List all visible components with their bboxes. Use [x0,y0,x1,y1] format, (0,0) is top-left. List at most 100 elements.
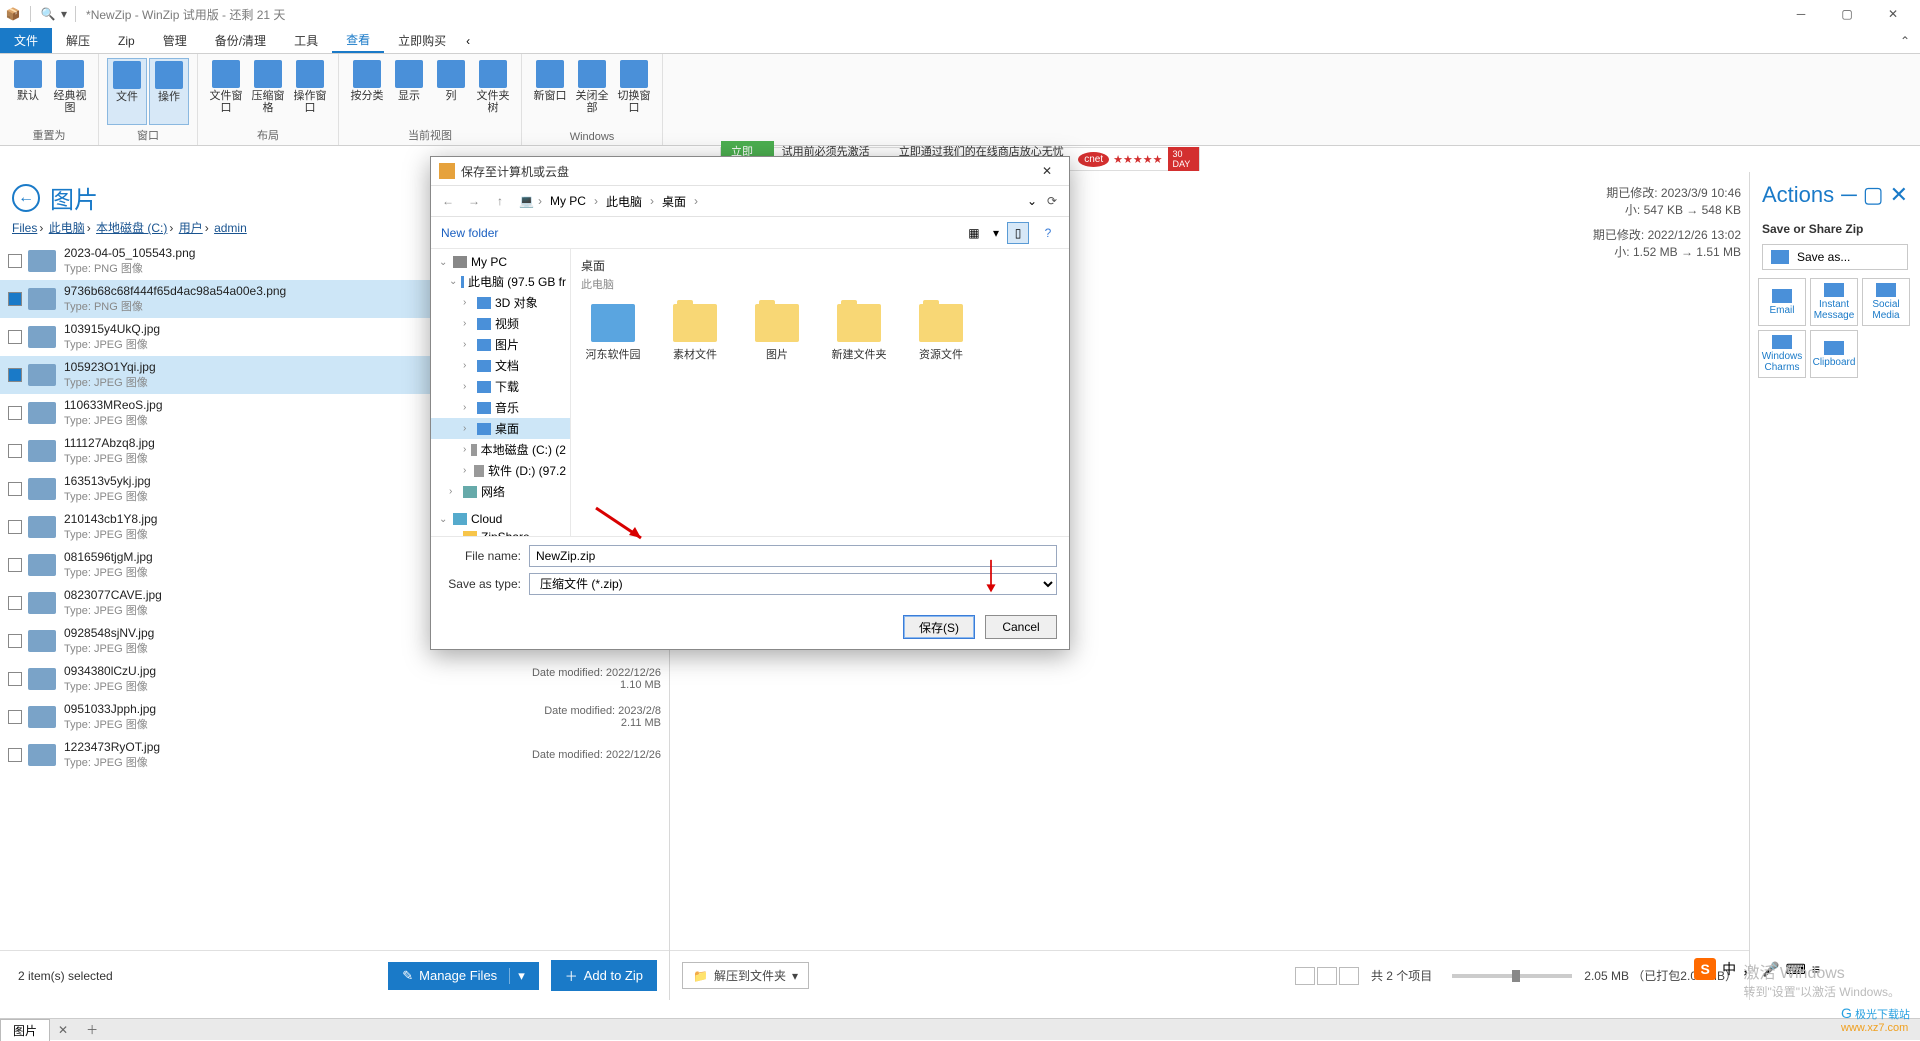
zoom-slider[interactable] [1452,974,1572,978]
file-row[interactable]: 1223473RyOT.jpg Type: JPEG 图像 Date modif… [0,736,669,774]
ribbon-group-by[interactable]: 按分类 [347,58,387,125]
action-email[interactable]: Email [1758,278,1806,326]
folder-item[interactable]: 新建文件夹 [827,304,891,362]
ribbon-switchwin[interactable]: 切换窗口 [614,58,654,129]
ribbon-columns[interactable]: 列 [431,58,471,125]
address-bar[interactable]: 💻 ›My PC ›此电脑 ›桌面 › [515,189,1023,214]
center-row-date: 期已修改: 2022/12/26 13:02 [1593,228,1741,242]
folder-item[interactable]: 资源文件 [909,304,973,362]
tab-file[interactable]: 文件 [0,28,52,53]
savetype-select[interactable]: 压缩文件 (*.zip) [529,573,1057,595]
doc-tab-close-icon[interactable]: ✕ [50,1021,76,1039]
folder-icon [673,304,717,342]
folder-item[interactable]: 河东软件园 [581,304,645,362]
ime-lang[interactable]: 中 [1722,959,1736,979]
file-checkbox[interactable] [8,672,22,686]
minimize-button[interactable]: ─ [1778,0,1824,28]
action-clipboard[interactable]: Clipboard [1810,330,1858,378]
ribbon-collapse-icon[interactable]: ⌃ [1890,28,1920,53]
center-row-date: 期已修改: 2023/3/9 10:46 [1606,186,1741,200]
add-to-zip-button[interactable]: ＋Add to Zip [551,960,657,991]
file-name: 0934380lCzU.jpg [64,664,521,678]
tree-desktop-selected[interactable]: ›桌面 [431,418,570,439]
view-details-icon[interactable] [1339,967,1359,985]
doc-tab-add-icon[interactable]: ＋ [76,1019,108,1040]
manage-files-button[interactable]: ✎Manage Files▾ [388,962,538,990]
sogou-icon[interactable]: S [1694,958,1716,980]
save-button[interactable]: 保存(S) [903,615,975,639]
ribbon-default[interactable]: 默认 [8,58,48,125]
actions-maximize-icon[interactable]: ▢ [1863,182,1884,208]
nav-up-icon[interactable]: ↑ [489,190,511,212]
leftpane-title: 图片 [50,180,98,215]
actions-minimize-icon[interactable]: ─ [1841,182,1857,208]
app-icon: 📦 [4,5,22,23]
view-mode-icon[interactable]: ▦ [963,222,985,244]
ribbon-actions[interactable]: 操作 [149,58,189,125]
folder-content[interactable]: 桌面 此电脑 河东软件园素材文件图片新建文件夹资源文件 [571,249,1069,536]
tab-unzip[interactable]: 解压 [52,28,104,53]
tab-tools[interactable]: 工具 [280,28,332,53]
action-windows-charms[interactable]: Windows Charms [1758,330,1806,378]
nav-back-icon[interactable]: ← [437,190,459,212]
qat-dropdown[interactable]: ▾ [61,7,67,21]
save-as-button[interactable]: Save as... [1762,244,1908,270]
tab-overflow[interactable]: ‹ [460,28,476,53]
action-social-media[interactable]: Social Media [1862,278,1910,326]
tab-view[interactable]: 查看 [332,28,384,53]
file-row[interactable]: 0951033Jpph.jpg Type: JPEG 图像 Date modif… [0,698,669,736]
new-folder-button[interactable]: New folder [441,226,498,240]
close-button[interactable]: ✕ [1870,0,1916,28]
file-checkbox[interactable] [8,482,22,496]
tab-buy[interactable]: 立即购买 [384,28,460,53]
cancel-button[interactable]: Cancel [985,615,1057,639]
file-checkbox[interactable] [8,330,22,344]
view-mode-dropdown[interactable]: ▾ [993,226,999,240]
ribbon-files[interactable]: 文件 [107,58,147,125]
action-instant-message[interactable]: Instant Message [1810,278,1858,326]
actions-close-icon[interactable]: ✕ [1890,182,1908,208]
file-checkbox[interactable] [8,520,22,534]
search-icon[interactable]: 🔍 [39,5,57,23]
save-dialog: 保存至计算机或云盘 ✕ ← → ↑ 💻 ›My PC ›此电脑 ›桌面 › ⌄ … [430,156,1070,650]
nav-forward-icon[interactable]: → [463,190,485,212]
ribbon-filetree[interactable]: 文件夹树 [473,58,513,125]
doc-tab[interactable]: 图片 [0,1019,50,1041]
file-checkbox[interactable] [8,596,22,610]
ribbon-classic[interactable]: 经典视图 [50,58,90,125]
filename-input[interactable] [529,545,1057,567]
file-thumbnail [28,440,56,462]
folder-tree[interactable]: ⌄My PC ⌄此电脑 (97.5 GB fr ›3D 对象 ›视频 ›图片 ›… [431,249,571,536]
ribbon-newwin[interactable]: 新窗口 [530,58,570,129]
file-checkbox[interactable] [8,292,22,306]
tab-manage[interactable]: 管理 [149,28,201,53]
folder-item[interactable]: 素材文件 [663,304,727,362]
maximize-button[interactable]: ▢ [1824,0,1870,28]
dialog-close-icon[interactable]: ✕ [1033,164,1061,178]
tab-zip[interactable]: Zip [104,28,149,53]
unzip-to-folder-button[interactable]: 📁解压到文件夹▾ [682,962,809,989]
ribbon-actionpane[interactable]: 操作窗口 [290,58,330,125]
address-dropdown-icon[interactable]: ⌄ [1027,194,1037,208]
help-icon[interactable]: ? [1037,222,1059,244]
folder-item[interactable]: 图片 [745,304,809,362]
ribbon-zippane[interactable]: 压缩窗格 [248,58,288,125]
file-checkbox[interactable] [8,368,22,382]
file-checkbox[interactable] [8,406,22,420]
ribbon-filepane[interactable]: 文件窗口 [206,58,246,125]
file-checkbox[interactable] [8,444,22,458]
preview-pane-icon[interactable]: ▯ [1007,222,1029,244]
file-checkbox[interactable] [8,634,22,648]
back-button[interactable]: ← [12,184,40,212]
ribbon-show[interactable]: 显示 [389,58,429,125]
file-checkbox[interactable] [8,254,22,268]
ribbon-closeall[interactable]: 关闭全部 [572,58,612,129]
file-checkbox[interactable] [8,558,22,572]
view-large-icon[interactable] [1295,967,1315,985]
refresh-icon[interactable]: ⟳ [1041,194,1063,208]
file-checkbox[interactable] [8,748,22,762]
view-list-icon[interactable] [1317,967,1337,985]
file-row[interactable]: 0934380lCzU.jpg Type: JPEG 图像 Date modif… [0,660,669,698]
file-checkbox[interactable] [8,710,22,724]
tab-backup[interactable]: 备份/清理 [201,28,280,53]
